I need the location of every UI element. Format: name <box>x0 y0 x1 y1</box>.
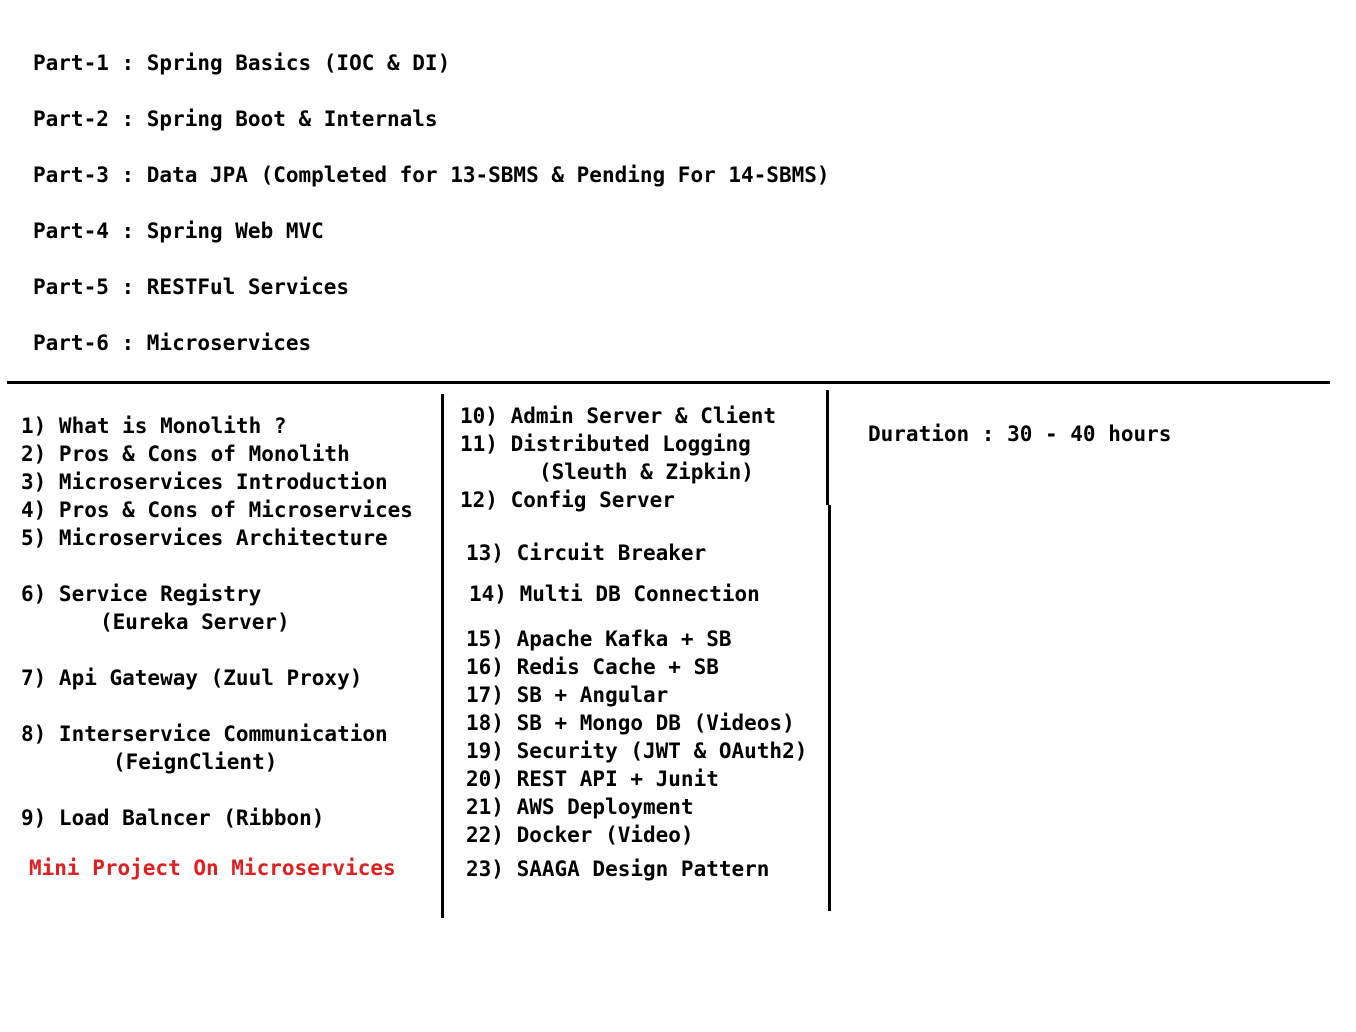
topic-item: 9) Load Balncer (Ribbon) <box>21 806 325 830</box>
topic-item: 22) Docker (Video) <box>466 823 694 847</box>
topic-item: 10) Admin Server & Client <box>460 404 777 428</box>
topic-subitem: (Eureka Server) <box>100 610 290 634</box>
topic-item: 16) Redis Cache + SB <box>466 655 719 679</box>
part-2-text: Part-2 : Spring Boot & Internals <box>33 107 438 131</box>
topic-item: 2) Pros & Cons of Monolith <box>21 442 350 466</box>
column-divider-right-top <box>826 390 829 505</box>
topic-item: 15) Apache Kafka + SB <box>466 627 732 651</box>
topic-item: 3) Microservices Introduction <box>21 470 388 494</box>
topic-item: 19) Security (JWT & OAuth2) <box>466 739 808 763</box>
part-1-text: Part-1 : Spring Basics (IOC & DI) <box>33 51 451 75</box>
topic-item: 17) SB + Angular <box>466 683 669 707</box>
topic-subitem: (FeignClient) <box>113 750 278 774</box>
topic-item: 23) SAAGA Design Pattern <box>466 857 770 881</box>
part-4-text: Part-4 : Spring Web MVC <box>33 219 324 243</box>
column-divider-left <box>441 394 444 918</box>
topic-item: 1) What is Monolith ? <box>21 414 287 438</box>
topic-item: 21) AWS Deployment <box>466 795 694 819</box>
mini-project-label: Mini Project On Microservices <box>29 856 396 880</box>
topic-item: 4) Pros & Cons of Microservices <box>21 498 413 522</box>
topic-item: 18) SB + Mongo DB (Videos) <box>466 711 795 735</box>
part-3-text: Part-3 : Data JPA (Completed for 13-SBMS… <box>33 163 830 187</box>
topic-item: 14) Multi DB Connection <box>469 582 760 606</box>
topic-item: 6) Service Registry <box>21 582 262 606</box>
topic-item: 20) REST API + Junit <box>466 767 719 791</box>
column-divider-right-bottom <box>828 505 831 911</box>
topic-item: 12) Config Server <box>460 488 675 512</box>
topic-item: 7) Api Gateway (Zuul Proxy) <box>21 666 363 690</box>
topic-item: 13) Circuit Breaker <box>466 541 707 565</box>
part-5-text: Part-5 : RESTFul Services <box>33 275 350 299</box>
horizontal-divider <box>7 381 1330 384</box>
part-6-text: Part-6 : Microservices <box>33 331 312 355</box>
topic-item: 5) Microservices Architecture <box>21 526 388 550</box>
topic-item: 8) Interservice Communication <box>21 722 388 746</box>
duration-text: Duration : 30 - 40 hours <box>868 422 1172 446</box>
topic-subitem: (Sleuth & Zipkin) <box>539 460 754 484</box>
topic-item: 11) Distributed Logging <box>460 432 751 456</box>
